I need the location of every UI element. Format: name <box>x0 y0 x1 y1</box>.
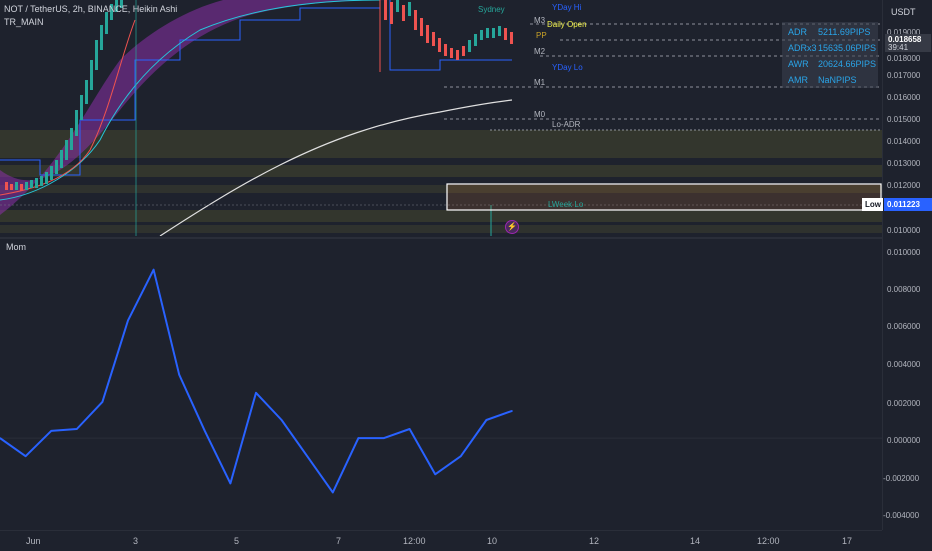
momentum-title: Mom <box>6 242 26 252</box>
pane-separator[interactable] <box>0 237 882 239</box>
indicator-name: TR_MAIN <box>4 17 44 27</box>
lweek-lo-box <box>446 183 882 211</box>
price-chart-svg <box>0 0 882 236</box>
mom-tick: 0.006000 <box>887 322 921 331</box>
time-tick: 5 <box>234 536 240 546</box>
data-point <box>280 419 283 421</box>
time-tick: 10 <box>487 536 498 546</box>
zone-band-bottom <box>0 210 882 222</box>
pp-label: PP <box>536 31 547 40</box>
sydney-label: Sydney <box>478 5 505 14</box>
symbol-title: NOT / TetherUS, 2h, BINANCE, Heikin Ashi <box>4 4 178 14</box>
stat-name: AMR <box>788 75 808 85</box>
m0-label: M0 <box>534 110 546 119</box>
stat-value: NaNPIPS <box>818 75 857 85</box>
data-point <box>50 430 52 432</box>
zone-band-base <box>0 225 882 233</box>
mom-tick: 0.000000 <box>887 436 921 445</box>
mom-tick: 0.002000 <box>887 399 921 408</box>
data-point <box>434 473 437 476</box>
stat-value: 15635.06PIPS <box>818 43 877 53</box>
data-point <box>76 428 78 430</box>
price-tick: 0.010000 <box>887 226 921 235</box>
flash-icon[interactable]: ⚡ <box>505 220 519 234</box>
stat-name: ADR <box>788 27 808 37</box>
zone-band-middle <box>0 165 882 177</box>
time-tick: Jun <box>26 536 41 546</box>
data-point <box>485 419 488 421</box>
daily-open-label: Daily Open <box>547 20 587 29</box>
lo-adr-label: Lo-ADR <box>552 120 581 129</box>
mom-tick: -0.004000 <box>883 511 920 520</box>
adr-stats-table: ADR 5211.69PIPS ADRx3 15635.06PIPS AWR 2… <box>782 22 878 88</box>
mom-tick: 0.010000 <box>887 248 921 257</box>
momentum-chart-svg <box>0 268 882 494</box>
time-tick: 12:00 <box>403 536 426 546</box>
data-point <box>24 455 27 458</box>
low-value-box: 0.011223 <box>884 198 932 211</box>
data-point <box>408 428 411 430</box>
price-tick: 0.014000 <box>887 137 921 146</box>
bar-countdown: 39:41 <box>888 43 909 52</box>
m3-label: M3 <box>534 16 546 25</box>
time-tick: 12 <box>589 536 600 546</box>
data-point <box>178 373 180 376</box>
price-tick: 0.015000 <box>887 115 921 124</box>
low-value: 0.011223 <box>887 200 920 209</box>
low-price-tag: Low 0.011223 <box>862 198 932 211</box>
data-point <box>229 482 232 485</box>
time-tick: 3 <box>133 536 139 546</box>
m2-label: M2 <box>534 47 546 56</box>
data-point <box>101 401 104 403</box>
yday-lo-label: YDay Lo <box>552 63 583 72</box>
stat-value: 5211.69PIPS <box>818 27 871 37</box>
data-point <box>127 319 129 322</box>
time-scale[interactable]: Jun 3 5 7 12:00 10 12 14 12:00 17 <box>0 530 882 551</box>
stat-name: AWR <box>788 59 809 69</box>
data-point <box>460 455 462 458</box>
low-label: Low <box>865 200 881 209</box>
price-tick: 0.017000 <box>887 71 921 80</box>
mom-tick: 0.004000 <box>887 360 921 369</box>
data-point <box>383 437 385 439</box>
mom-tick: 0.008000 <box>887 285 921 294</box>
ma-cloud <box>0 0 400 215</box>
lweek-lo-label: LWeek Lo <box>548 200 584 209</box>
m1-label: M1 <box>534 78 546 87</box>
series-line-mom <box>0 268 513 494</box>
time-tick: 17 <box>842 536 853 546</box>
price-tick: 0.012000 <box>887 181 921 190</box>
low-label-box: Low <box>862 198 883 211</box>
data-point <box>306 455 309 458</box>
momentum-pane[interactable]: Mom <box>0 240 882 530</box>
zone-band-upper <box>0 130 882 158</box>
data-point <box>255 392 257 394</box>
data-point <box>152 268 155 271</box>
price-scale[interactable]: USDT 0.019000 0.018658 39:41 0.018000 0.… <box>882 0 932 530</box>
mom-tick: -0.002000 <box>883 474 920 483</box>
price-tick: 0.013000 <box>887 159 921 168</box>
current-price-tag: 0.018658 39:41 <box>885 34 931 52</box>
price-chart-pane[interactable]: NOT / TetherUS, 2h, BINANCE, Heikin Ashi… <box>0 0 882 236</box>
time-tick: 14 <box>690 536 701 546</box>
stat-value: 20624.66PIPS <box>818 59 877 69</box>
currency-label[interactable]: USDT <box>891 7 916 17</box>
time-tick: 12:00 <box>757 536 780 546</box>
data-point <box>204 430 206 432</box>
data-point <box>511 410 513 412</box>
stat-name: ADRx3 <box>788 43 817 53</box>
yday-hi-label: YDay Hi <box>552 3 582 12</box>
data-point <box>357 437 360 439</box>
price-tick: 0.016000 <box>887 93 921 102</box>
time-tick: 7 <box>336 536 342 546</box>
price-tick: 0.018000 <box>887 54 921 63</box>
data-point <box>332 491 334 494</box>
